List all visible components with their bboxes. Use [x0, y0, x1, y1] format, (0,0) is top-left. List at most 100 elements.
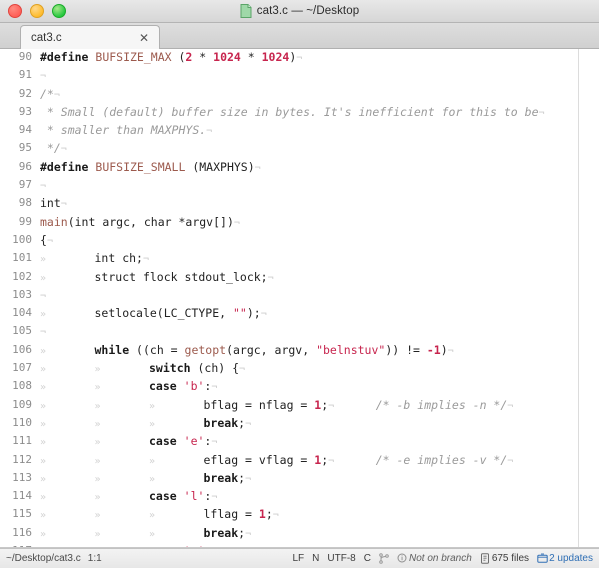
line-content[interactable]: » while ((ch = getopt(argc, argv, "belns…: [37, 342, 599, 360]
status-right-group: LF N UTF-8 C Not on branch 675 files 2 u…: [293, 553, 594, 564]
branch-icon: [379, 553, 389, 564]
line-content[interactable]: » int ch;¬: [37, 250, 599, 268]
line-number: 100: [12, 232, 32, 246]
code-token: 1: [258, 507, 266, 522]
code-token: ¬: [260, 309, 267, 321]
code-token: 'l': [183, 489, 205, 504]
line-content[interactable]: » » case 'e':¬: [37, 433, 599, 451]
info-circle-icon: [397, 553, 407, 564]
code-line: 90 #define BUFSIZE_MAX (2 * 1024 * 1024)¬: [0, 49, 599, 67]
code-line: 111 » » case 'e':¬: [0, 433, 599, 451]
line-number: 117: [0, 543, 37, 547]
maximize-button[interactable]: [52, 4, 66, 18]
code-line: 112 » » » eflag = vflag = 1;¬ /* -e impli…: [0, 452, 599, 470]
line-number: 102: [12, 269, 32, 283]
line-number: 111: [12, 434, 32, 448]
line-content[interactable]: /*¬: [37, 86, 599, 104]
line-content[interactable]: * Small (default) buffer size in bytes. …: [37, 104, 599, 122]
window-title-group: cat3.c — ~/Desktop: [0, 4, 599, 18]
code-token: setlocale(LC_CTYPE,: [46, 306, 233, 321]
code-line: 116 » » » break;¬: [0, 525, 599, 543]
line-content[interactable]: ¬: [37, 323, 599, 341]
code-token: bflag = nflag =: [155, 397, 315, 412]
status-updates[interactable]: 2 updates: [537, 553, 593, 564]
code-token: *: [240, 50, 262, 64]
line-content[interactable]: #define BUFSIZE_SMALL (MAXPHYS)¬: [37, 159, 599, 177]
code-token: -1: [426, 342, 441, 357]
code-token: ¬: [245, 418, 252, 430]
line-content[interactable]: int¬: [37, 195, 599, 213]
line-content[interactable]: ¬: [37, 177, 599, 195]
line-content[interactable]: * smaller than MAXPHYS.¬: [37, 122, 599, 140]
line-content[interactable]: » » » break;¬: [37, 415, 599, 433]
tab-cat3-c[interactable]: cat3.c ✕: [20, 25, 160, 49]
line-content[interactable]: #define BUFSIZE_MAX (2 * 1024 * 1024)¬: [37, 49, 599, 67]
code-token: ¬: [142, 254, 149, 266]
line-number: 101: [12, 251, 32, 265]
line-number: 109: [12, 397, 32, 411]
code-token: ¬: [211, 437, 218, 449]
code-line: 102 » struct flock stdout_lock;¬: [0, 269, 599, 287]
status-branch-label: Not on branch: [408, 553, 472, 564]
line-content[interactable]: » » » eflag = vflag = 1;¬ /* -e implies …: [37, 452, 599, 470]
line-content[interactable]: » » case 'b':¬: [37, 378, 599, 396]
code-token: ¬: [60, 144, 67, 156]
line-content[interactable]: main(int argc, char *argv[])¬: [37, 214, 599, 232]
code-token: */: [40, 141, 61, 156]
code-editor[interactable]: 90 #define BUFSIZE_MAX (2 * 1024 * 1024)¬…: [0, 49, 599, 548]
line-number: 105: [12, 324, 32, 338]
line-content[interactable]: » » switch (ch) {¬: [37, 360, 599, 378]
code-token: int ch;: [46, 251, 143, 266]
status-encoding[interactable]: UTF-8: [327, 553, 355, 564]
code-token: ¬: [40, 181, 47, 193]
code-token: /* -b implies -n */: [375, 397, 508, 412]
status-file-path: ~/Desktop/cat3.c: [6, 553, 81, 564]
status-invisibles[interactable]: N: [312, 553, 319, 564]
code-line: 94 * smaller than MAXPHYS.¬: [0, 122, 599, 140]
status-line-endings[interactable]: LF: [293, 553, 305, 564]
line-content[interactable]: » » » lflag = 1;¬: [37, 506, 599, 524]
status-syntax[interactable]: C: [364, 553, 371, 564]
code-token: #define: [40, 50, 96, 64]
line-content[interactable]: » setlocale(LC_CTYPE, "");¬: [37, 305, 599, 323]
line-content[interactable]: ¬: [37, 287, 599, 305]
line-content[interactable]: » » case 'n':¬: [37, 543, 599, 547]
code-token: case: [149, 434, 177, 449]
line-number: 97: [18, 178, 32, 192]
code-line: 99 main(int argc, char *argv[])¬: [0, 214, 599, 232]
line-number: 107: [12, 361, 32, 375]
code-scroll-area[interactable]: 90 #define BUFSIZE_MAX (2 * 1024 * 1024)¬…: [0, 49, 599, 547]
minimize-button[interactable]: [30, 4, 44, 18]
line-number: 92: [18, 86, 32, 100]
line-content[interactable]: {¬: [37, 232, 599, 250]
code-token: 'e': [183, 434, 205, 449]
line-content[interactable]: » » case 'l':¬: [37, 488, 599, 506]
code-token: while: [94, 342, 130, 357]
line-content[interactable]: » » » break;¬: [37, 525, 599, 543]
code-token: ¬: [507, 455, 514, 467]
line-content[interactable]: */¬: [37, 140, 599, 158]
code-token: break: [203, 415, 239, 430]
code-token: ¬: [245, 473, 252, 485]
code-token: ¬: [40, 290, 47, 302]
line-content[interactable]: » » » bflag = nflag = 1;¬ /* -b implies …: [37, 397, 599, 415]
code-token: 'n': [184, 544, 205, 547]
code-token: ¬: [40, 327, 47, 339]
close-icon[interactable]: ✕: [137, 32, 151, 44]
code-line: 91 ¬: [0, 67, 599, 85]
line-content[interactable]: » struct flock stdout_lock;¬: [37, 269, 599, 287]
code-line: 114 » » case 'l':¬: [0, 488, 599, 506]
line-content[interactable]: ¬: [37, 67, 599, 85]
code-line: 101 » int ch;¬: [0, 250, 599, 268]
line-content[interactable]: » » » break;¬: [37, 470, 599, 488]
right-gutter-divider: [578, 49, 579, 547]
code-line: 115 » » » lflag = 1;¬: [0, 506, 599, 524]
close-button[interactable]: [8, 4, 22, 18]
